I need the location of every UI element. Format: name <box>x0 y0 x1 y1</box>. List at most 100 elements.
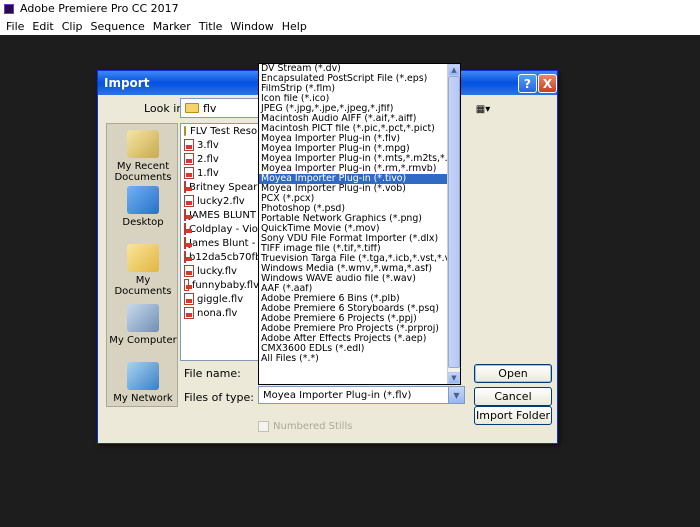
list-item[interactable]: b12da5cb70fb2 <box>181 250 259 264</box>
app-titlebar: Adobe Premiere Pro CC 2017 <box>0 0 700 17</box>
dropdown-option[interactable]: Encapsulated PostScript File (*.eps) <box>259 74 460 84</box>
place-my-documents[interactable]: My Documents <box>107 244 179 297</box>
dropdown-option[interactable]: Moyea Importer Plug-in (*.flv) <box>259 134 460 144</box>
dropdown-option[interactable]: TIFF image file (*.tif,*.tiff) <box>259 244 460 254</box>
dropdown-option[interactable]: Macintosh PICT file (*.pic,*.pct,*.pict) <box>259 124 460 134</box>
dropdown-option[interactable]: Adobe After Effects Projects (*.aep) <box>259 334 460 344</box>
list-item[interactable]: funnybaby.flv <box>181 278 259 292</box>
menu-sequence[interactable]: Sequence <box>87 20 149 33</box>
flv-file-icon <box>184 195 194 207</box>
list-item[interactable]: 1.flv <box>181 166 259 180</box>
file-name: 2.flv <box>197 153 219 165</box>
file-name: funnybaby.flv <box>191 279 259 291</box>
list-item[interactable]: FLV Test Resou <box>181 124 259 138</box>
close-button[interactable]: X <box>538 74 557 93</box>
dropdown-option[interactable]: Icon file (*.ico) <box>259 94 460 104</box>
menu-help[interactable]: Help <box>278 20 311 33</box>
flv-file-icon <box>184 181 192 193</box>
open-button[interactable]: Open <box>474 364 552 383</box>
place-label: My Documents <box>114 275 172 297</box>
my-documents-icon <box>127 244 159 272</box>
dropdown-option[interactable]: Moyea Importer Plug-in (*.rm,*.rmvb) <box>259 164 460 174</box>
place-my-network[interactable]: My Network <box>107 362 179 404</box>
dropdown-option[interactable]: Windows WAVE audio file (*.wav) <box>259 274 460 284</box>
view-menu-icon[interactable]: ▦▾ <box>474 101 492 117</box>
file-name: 1.flv <box>197 167 219 179</box>
my-network-icon <box>127 362 159 390</box>
dropdown-option[interactable]: Adobe Premiere 6 Projects (*.ppj) <box>259 314 460 324</box>
dropdown-option[interactable]: Moyea Importer Plug-in (*.mpg) <box>259 144 460 154</box>
file-list[interactable]: FLV Test Resou 3.flv 2.flv 1.flv Britney… <box>180 123 260 361</box>
chevron-down-icon[interactable]: ▼ <box>448 387 464 403</box>
dropdown-option[interactable]: QuickTime Movie (*.mov) <box>259 224 460 234</box>
list-item[interactable]: lucky.flv <box>181 264 259 278</box>
dropdown-option[interactable]: Moyea Importer Plug-in (*.mts,*.m2ts,*.m… <box>259 154 460 164</box>
dropdown-items: DV Stream (*.dv) Encapsulated PostScript … <box>259 64 460 364</box>
dropdown-option[interactable]: Macintosh Audio AIFF (*.aif,*.aiff) <box>259 114 460 124</box>
dropdown-option[interactable]: AAF (*.aaf) <box>259 284 460 294</box>
place-my-computer[interactable]: My Computer <box>107 304 179 346</box>
dropdown-option[interactable]: Moyea Importer Plug-in (*.tivo) <box>259 174 460 184</box>
menu-window[interactable]: Window <box>226 20 277 33</box>
dropdown-option[interactable]: Truevision Targa File (*.tga,*.icb,*.vst… <box>259 254 460 264</box>
file-name: Britney Spears - <box>189 181 260 193</box>
flv-file-icon <box>184 279 192 291</box>
file-name: JAMES BLUNT 1 <box>189 209 260 221</box>
list-item[interactable]: 3.flv <box>181 138 259 152</box>
list-item[interactable]: nona.flv <box>181 306 259 320</box>
dropdown-option[interactable]: DV Stream (*.dv) <box>259 64 460 74</box>
place-label: My Recent Documents <box>114 161 172 183</box>
menu-file[interactable]: File <box>2 20 28 33</box>
list-item[interactable]: lucky2.flv <box>181 194 259 208</box>
menu-marker[interactable]: Marker <box>149 20 195 33</box>
dropdown-option[interactable]: All Files (*.*) <box>259 354 460 364</box>
list-item[interactable]: Britney Spears - <box>181 180 259 194</box>
numbered-stills-label: Numbered Stills <box>273 421 353 432</box>
file-name: b12da5cb70fb2 <box>189 251 260 263</box>
dropdown-option[interactable]: Photoshop (*.psd) <box>259 204 460 214</box>
numbered-stills-checkbox[interactable] <box>258 421 269 432</box>
dropdown-option[interactable]: Windows Media (*.wmv,*.wma,*.asf) <box>259 264 460 274</box>
dropdown-option[interactable]: Adobe Premiere 6 Storyboards (*.psq) <box>259 304 460 314</box>
list-item[interactable]: giggle.flv <box>181 292 259 306</box>
menu-edit[interactable]: Edit <box>28 20 57 33</box>
dropdown-option[interactable]: Adobe Premiere Pro Projects (*.prproj) <box>259 324 460 334</box>
menu-bar: File Edit Clip Sequence Marker Title Win… <box>0 17 700 35</box>
dropdown-option[interactable]: Portable Network Graphics (*.png) <box>259 214 460 224</box>
list-item[interactable]: Coldplay - Violet <box>181 222 259 236</box>
scroll-up-icon[interactable]: ▲ <box>448 64 460 76</box>
dropdown-option[interactable]: JPEG (*.jpg,*.jpe,*.jpeg,*.jfif) <box>259 104 460 114</box>
dropdown-option[interactable]: FilmStrip (*.flm) <box>259 84 460 94</box>
look-in-select[interactable]: flv <box>180 98 260 118</box>
flv-file-icon <box>184 223 192 235</box>
flv-file-icon <box>184 265 194 277</box>
file-name: lucky2.flv <box>197 195 245 207</box>
numbered-stills-option: Numbered Stills <box>258 421 352 432</box>
cancel-button[interactable]: Cancel <box>474 387 552 406</box>
dropdown-option[interactable]: Sony VDU File Format Importer (*.dlx) <box>259 234 460 244</box>
place-desktop[interactable]: Desktop <box>107 186 179 228</box>
files-of-type-select[interactable]: Moyea Importer Plug-in (*.flv) ▼ <box>258 386 465 404</box>
folder-icon <box>185 103 199 113</box>
scrollbar-thumb[interactable] <box>448 76 460 368</box>
list-item[interactable]: 2.flv <box>181 152 259 166</box>
import-folder-button[interactable]: Import Folder <box>474 406 552 425</box>
file-name: 3.flv <box>197 139 219 151</box>
dropdown-option[interactable]: Adobe Premiere 6 Bins (*.plb) <box>259 294 460 304</box>
dropdown-option[interactable]: PCX (*.pcx) <box>259 194 460 204</box>
file-name-label: File name: <box>184 367 241 380</box>
list-item[interactable]: JAMES BLUNT 1 <box>181 208 259 222</box>
dropdown-option[interactable]: CMX3600 EDLs (*.edl) <box>259 344 460 354</box>
flv-file-icon <box>184 167 194 179</box>
scroll-down-icon[interactable]: ▼ <box>448 372 460 384</box>
dropdown-option[interactable]: Moyea Importer Plug-in (*.vob) <box>259 184 460 194</box>
list-item[interactable]: James Blunt - 1 <box>181 236 259 250</box>
menu-clip[interactable]: Clip <box>58 20 87 33</box>
menu-title[interactable]: Title <box>195 20 227 33</box>
file-type-dropdown-list[interactable]: DV Stream (*.dv) Encapsulated PostScript … <box>258 63 461 385</box>
dropdown-scrollbar[interactable]: ▲ ▼ <box>447 64 460 384</box>
place-my-recent-documents[interactable]: My Recent Documents <box>107 130 179 183</box>
place-label: Desktop <box>122 217 164 228</box>
help-button[interactable]: ? <box>518 74 537 93</box>
desktop-icon <box>127 186 159 214</box>
